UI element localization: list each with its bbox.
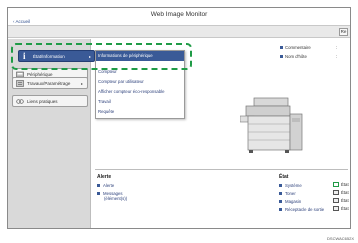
title-bar: Web Image Monitor ‹ Accueil — [8, 8, 350, 25]
home-link-label[interactable]: Accueil — [16, 19, 31, 24]
tray-icon — [333, 198, 339, 204]
bullet-icon — [279, 192, 282, 196]
check-icon — [333, 182, 339, 188]
menu-item-counter-per-user[interactable]: Compteur par utilisateur — [96, 78, 184, 86]
home-link[interactable]: ‹ Accueil — [13, 19, 30, 24]
bullet-icon — [279, 184, 282, 188]
browser-window: Web Image Monitor ‹ Accueil Re Périphéri… — [7, 7, 351, 229]
host-name-sep: : — [336, 54, 338, 59]
info-icon: i — [23, 51, 26, 61]
status-toner-link[interactable]: Toner — [279, 191, 296, 196]
bullet-icon — [279, 208, 282, 212]
alert-status-panel: Alerte Alerte Messages (élément(s)) État… — [95, 169, 349, 227]
comment-sep: : — [336, 45, 338, 50]
chevron-right-icon: ▸ — [88, 54, 91, 59]
settings-icon — [16, 80, 24, 87]
bullet-icon — [279, 200, 282, 204]
toner-icon — [333, 190, 339, 196]
refresh-button[interactable]: Re — [339, 28, 348, 36]
link-icon — [16, 98, 24, 105]
sidebar-item-jobs-settings[interactable]: Travaux/Paramétrage ▸ — [12, 77, 88, 89]
sidebar-item-label: État/Information — [33, 54, 65, 59]
comment-label: Commentaire — [280, 45, 311, 50]
sidebar-item-label: Travaux/Paramétrage — [27, 81, 71, 86]
bullet-icon — [97, 184, 100, 188]
sidebar-item-status-info[interactable]: i État/Information ▸ — [18, 50, 95, 62]
messages-count: (élément(s)) — [104, 196, 128, 201]
chevron-right-icon: ▸ — [80, 81, 83, 86]
page-title: Web Image Monitor — [150, 11, 208, 18]
status-output-value: État — [333, 206, 349, 212]
menu-item-job[interactable]: Travail — [96, 98, 184, 106]
status-toner-value: État — [333, 190, 349, 196]
status-header: État — [279, 174, 289, 180]
bullet-icon — [280, 55, 283, 59]
bullet-icon — [97, 192, 100, 196]
host-name-label: Nom d'hôte — [280, 54, 307, 59]
status-output-link[interactable]: Réceptacle de sortie — [279, 207, 324, 212]
sidebar-item-useful-links[interactable]: Liens pratiques — [12, 95, 88, 107]
output-tray-icon — [333, 206, 339, 212]
bullet-icon — [280, 46, 283, 50]
sidebar-item-label: Liens pratiques — [27, 99, 58, 104]
printer-image — [240, 97, 303, 153]
alert-link[interactable]: Alerte — [97, 183, 114, 188]
status-tray-link[interactable]: Magasin — [279, 199, 301, 204]
status-system-value: État — [333, 182, 349, 188]
menu-item-inquiry[interactable]: Requête — [96, 108, 184, 116]
status-tray-value: État — [333, 198, 349, 204]
menu-item-eco-counter[interactable]: Afficher compteur éco-responsable — [96, 88, 184, 96]
figure-code: DSCWAC652X — [327, 236, 354, 241]
toolbar: Re — [8, 25, 350, 38]
alert-header: Alerte — [97, 174, 112, 180]
status-system-link[interactable]: Système — [279, 183, 302, 188]
